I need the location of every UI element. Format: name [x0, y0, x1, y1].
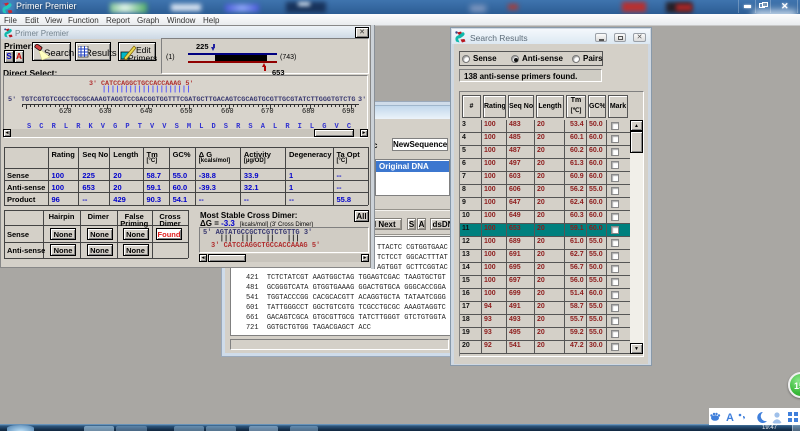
- svg-text:A: A: [726, 412, 734, 424]
